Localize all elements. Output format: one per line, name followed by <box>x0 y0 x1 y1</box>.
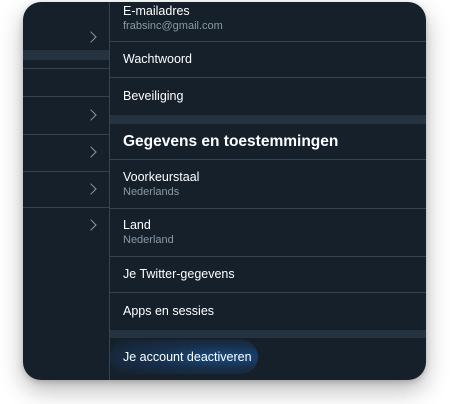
chevron-right-icon <box>85 108 97 121</box>
email-row[interactable]: E-mailadres frabsinc@gmail.com <box>110 2 426 42</box>
nav-divider-band <box>23 50 109 60</box>
country-row[interactable]: Land Nederland <box>110 209 426 257</box>
twitter-data-row[interactable]: Je Twitter-gegevens <box>110 257 426 293</box>
settings-panel: E-mailadres frabsinc@gmail.com Wachtwoor… <box>23 2 426 380</box>
settings-nav <box>23 2 110 380</box>
chevron-right-icon <box>85 219 97 231</box>
chevron-right-icon <box>85 182 97 195</box>
preferred-language-label: Voorkeurstaal <box>123 169 200 184</box>
section-heading: Gegevens en toestemmingen <box>110 124 426 160</box>
security-label: Beveiliging <box>123 89 184 103</box>
chevron-right-icon <box>85 31 97 43</box>
chevron-right-icon <box>85 146 97 158</box>
email-label: E-mailadres <box>123 4 190 18</box>
email-value: frabsinc@gmail.com <box>123 20 223 32</box>
nav-item[interactable] <box>23 60 109 97</box>
twitter-data-label: Je Twitter-gegevens <box>123 267 235 281</box>
nav-item[interactable] <box>23 208 109 244</box>
nav-item[interactable] <box>23 97 109 135</box>
nav-item[interactable] <box>23 135 109 172</box>
preferred-language-value: Nederlands <box>123 185 180 198</box>
deactivate-account-button[interactable]: Je account deactiveren <box>110 340 258 374</box>
preferred-language-row[interactable]: Voorkeurstaal Nederlands <box>110 160 426 209</box>
nav-item[interactable] <box>23 172 109 208</box>
section-divider-band <box>110 330 426 338</box>
section-divider-band <box>110 115 426 124</box>
security-row[interactable]: Beveiliging <box>110 78 426 115</box>
apps-sessions-row[interactable]: Apps en sessies <box>110 293 426 330</box>
settings-detail: E-mailadres frabsinc@gmail.com Wachtwoor… <box>110 2 426 380</box>
apps-sessions-label: Apps en sessies <box>123 304 215 318</box>
password-row[interactable]: Wachtwoord <box>110 42 426 78</box>
password-label: Wachtwoord <box>123 52 193 66</box>
country-value: Nederland <box>123 234 174 246</box>
country-label: Land <box>123 218 151 232</box>
